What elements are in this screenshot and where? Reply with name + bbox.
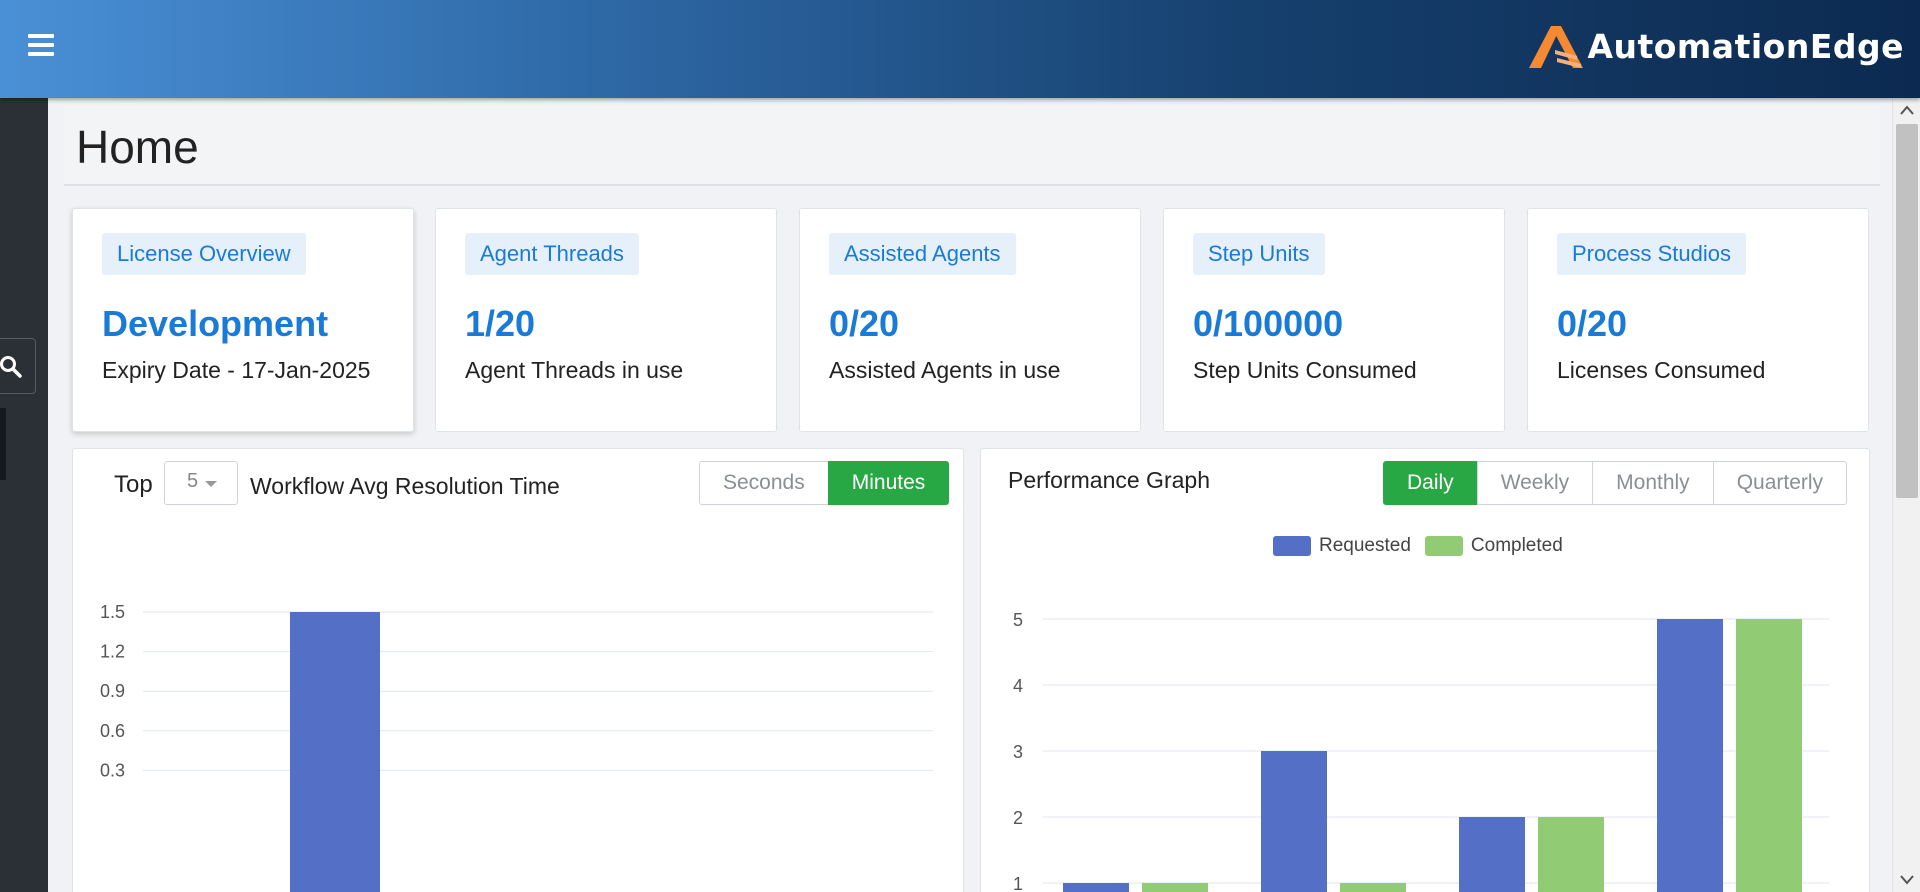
weekly-button[interactable]: Weekly bbox=[1476, 461, 1594, 505]
card-value: 0/100000 bbox=[1193, 303, 1344, 344]
brand-logo[interactable]: AutomationEdge bbox=[1525, 20, 1904, 72]
card-value: 0/20 bbox=[1557, 303, 1628, 344]
card-label: Agent Threads bbox=[465, 233, 639, 275]
top-label: Top bbox=[114, 471, 153, 498]
main-content: Home License Overview Development Expiry… bbox=[48, 98, 1892, 892]
performance-panel-title: Performance Graph bbox=[1008, 467, 1210, 493]
performance-graph-chart: 1 2 3 4 5 bbox=[1013, 610, 1829, 892]
bar-requested bbox=[1261, 751, 1327, 892]
sidebar-search-button[interactable] bbox=[0, 338, 36, 394]
search-icon bbox=[0, 356, 22, 378]
y-tick-label: 0.3 bbox=[100, 760, 125, 780]
chart-legend: Requested Completed bbox=[1273, 535, 1577, 557]
bar-completed bbox=[1340, 883, 1406, 892]
sidebar bbox=[0, 98, 48, 892]
quarterly-button[interactable]: Quarterly bbox=[1712, 461, 1848, 505]
y-tick-label: 0.9 bbox=[100, 681, 125, 701]
bar-completed bbox=[1538, 817, 1604, 892]
unit-toggle-group: Seconds Minutes bbox=[699, 461, 950, 505]
top-count-value: 5 bbox=[187, 470, 199, 492]
page-header: Home bbox=[64, 106, 1880, 186]
card-subtext: Licenses Consumed bbox=[1557, 357, 1766, 383]
card-agent-threads[interactable]: Agent Threads 1/20 Agent Threads in use bbox=[435, 208, 777, 432]
legend-swatch bbox=[1273, 536, 1311, 556]
scrollbar-thumb[interactable] bbox=[1896, 124, 1918, 498]
y-tick-label: 1.2 bbox=[100, 642, 125, 662]
bar-requested bbox=[1459, 817, 1525, 892]
sidebar-active-indicator bbox=[0, 408, 6, 480]
minutes-button[interactable]: Minutes bbox=[827, 461, 950, 505]
bar-completed bbox=[1736, 619, 1802, 892]
card-subtext: Agent Threads in use bbox=[465, 357, 684, 383]
y-tick-label: 0.6 bbox=[100, 721, 125, 741]
legend-requested[interactable]: Requested bbox=[1273, 535, 1411, 557]
legend-completed[interactable]: Completed bbox=[1424, 535, 1563, 557]
chevron-down-icon bbox=[205, 481, 217, 487]
top-count-select[interactable]: 5 bbox=[164, 461, 238, 505]
scroll-down-arrow-icon[interactable] bbox=[1899, 874, 1915, 886]
card-subtext: Step Units Consumed bbox=[1193, 357, 1417, 383]
y-tick-label: 2 bbox=[1013, 808, 1023, 828]
card-assisted-agents[interactable]: Assisted Agents 0/20 Assisted Agents in … bbox=[799, 208, 1141, 432]
y-tick-label: 1.5 bbox=[100, 602, 125, 622]
top-header: AutomationEdge bbox=[0, 0, 1920, 98]
page-scrollbar[interactable] bbox=[1892, 98, 1920, 892]
bar-completed bbox=[1142, 883, 1208, 892]
brand-name: AutomationEdge bbox=[1587, 26, 1904, 66]
card-value: 1/20 bbox=[465, 303, 536, 344]
page-title: Home bbox=[76, 121, 199, 173]
card-label: License Overview bbox=[102, 233, 306, 275]
hamburger-menu-icon[interactable] bbox=[28, 34, 54, 56]
scroll-up-arrow-icon[interactable] bbox=[1899, 104, 1915, 116]
performance-graph-panel: 1 2 3 4 5 Performance Graph Daily Weekly Mon… bbox=[980, 448, 1870, 892]
legend-label: Requested bbox=[1319, 535, 1411, 556]
card-label: Assisted Agents bbox=[829, 233, 1016, 275]
monthly-button[interactable]: Monthly bbox=[1592, 461, 1714, 505]
automationedge-logo-icon bbox=[1529, 26, 1584, 68]
y-tick-label: 1 bbox=[1013, 874, 1023, 892]
workflow-resolution-chart: 0.3 0.6 0.9 1.2 1.5 bbox=[100, 602, 933, 892]
card-process-studios[interactable]: Process Studios 0/20 Licenses Consumed bbox=[1527, 208, 1869, 432]
card-license-overview[interactable]: License Overview Development Expiry Date… bbox=[72, 208, 414, 432]
card-value: 0/20 bbox=[829, 303, 900, 344]
card-subtext: Expiry Date - 17-Jan-2025 bbox=[102, 357, 371, 383]
seconds-button[interactable]: Seconds bbox=[699, 461, 829, 505]
bar-requested bbox=[1063, 883, 1129, 892]
daily-button[interactable]: Daily bbox=[1383, 461, 1478, 505]
card-step-units[interactable]: Step Units 0/100000 Step Units Consumed bbox=[1163, 208, 1505, 432]
bar bbox=[290, 612, 380, 892]
legend-swatch bbox=[1424, 536, 1463, 556]
card-label: Step Units bbox=[1193, 233, 1325, 275]
card-value: Development bbox=[102, 303, 329, 344]
card-subtext: Assisted Agents in use bbox=[829, 357, 1061, 383]
card-label: Process Studios bbox=[1557, 233, 1746, 275]
bar-requested bbox=[1657, 619, 1723, 892]
y-tick-label: 4 bbox=[1013, 676, 1023, 696]
y-tick-label: 5 bbox=[1013, 610, 1023, 630]
legend-label: Completed bbox=[1470, 535, 1563, 556]
period-toggle-group: Daily Weekly Monthly Quarterly bbox=[1383, 461, 1848, 505]
workflow-panel-title: Workflow Avg Resolution Time bbox=[250, 473, 560, 499]
workflow-resolution-panel: 0.3 0.6 0.9 1.2 1.5 Top 5 Workflow Avg Resol… bbox=[72, 448, 964, 892]
y-tick-label: 3 bbox=[1013, 742, 1023, 762]
